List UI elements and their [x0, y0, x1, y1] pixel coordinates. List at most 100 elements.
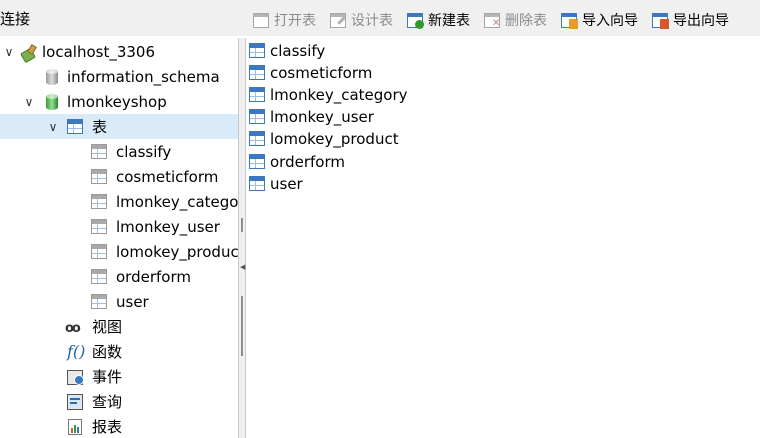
object-list-panel: classify cosmeticform lmonkey_category l…	[246, 38, 760, 438]
table-icon	[248, 86, 266, 104]
tree-node-table[interactable]: cosmeticform	[0, 164, 238, 189]
table-icon	[90, 143, 108, 161]
tree-node-table[interactable]: lmonkey_user	[0, 214, 238, 239]
table-label: orderform	[116, 267, 191, 286]
tree-node-connection[interactable]: ∨ localhost_3306	[0, 39, 238, 64]
collapse-left-icon[interactable]: ◀	[240, 264, 245, 271]
object-list-item-label: classify	[270, 42, 326, 60]
object-list-item[interactable]: cosmeticform	[248, 62, 372, 84]
tree-node-queries-group[interactable]: 查询	[0, 389, 238, 414]
functions-group-label: 函数	[92, 343, 123, 361]
chevron-down-icon[interactable]: ∨	[47, 121, 59, 133]
chevron-down-icon[interactable]: ∨	[23, 96, 35, 108]
table-label: lomokey_product	[116, 242, 238, 261]
delete-table-button[interactable]: 删除表	[477, 6, 554, 34]
event-icon	[66, 368, 84, 386]
new-table-button[interactable]: 新建表	[400, 6, 477, 34]
splitter-grip-bottom	[241, 296, 243, 356]
table-icon	[90, 268, 108, 286]
object-list-item-label: lmonkey_user	[270, 108, 374, 126]
object-toolbar: 打开表 设计表 新建表 删除表 导入向导 导出向导	[246, 6, 736, 34]
chevron-down-icon[interactable]: ∨	[3, 46, 15, 58]
table-icon	[248, 175, 266, 193]
events-group-label: 事件	[92, 368, 123, 386]
open-table-button[interactable]: 打开表	[246, 6, 323, 34]
design-table-icon	[329, 11, 347, 29]
design-table-button[interactable]: 设计表	[323, 6, 400, 34]
open-table-icon	[252, 11, 270, 29]
queries-group-label: 查询	[92, 393, 123, 411]
table-icon	[90, 293, 108, 311]
export-wizard-label: 导出向导	[673, 13, 729, 29]
table-icon	[90, 193, 108, 211]
database-open-icon	[43, 93, 61, 111]
table-icon	[248, 42, 266, 60]
database-label: information_schema	[67, 67, 220, 86]
table-icon	[90, 218, 108, 236]
splitter-grip-top	[241, 218, 243, 232]
tables-group-label: 表	[92, 118, 108, 136]
tree-node-lmonkeyshop[interactable]: ∨ lmonkeyshop	[0, 89, 238, 114]
tree-node-functions-group[interactable]: f() 函数	[0, 339, 238, 364]
import-wizard-button[interactable]: 导入向导	[554, 6, 645, 34]
object-list-item[interactable]: user	[248, 173, 303, 195]
views-group-label: 视图	[92, 318, 123, 336]
table-icon	[248, 64, 266, 82]
panel-splitter[interactable]: ◀	[238, 38, 246, 438]
open-table-label: 打开表	[274, 13, 316, 29]
tree-node-table[interactable]: lomokey_product	[0, 239, 238, 264]
import-wizard-label: 导入向导	[582, 13, 638, 29]
function-icon: f()	[67, 341, 86, 361]
table-icon	[90, 243, 108, 261]
connection-tree: ∨ localhost_3306 information_schema ∨ lm…	[0, 38, 238, 438]
export-wizard-button[interactable]: 导出向导	[645, 6, 736, 34]
table-label: lmonkey_user	[116, 217, 220, 236]
object-list-item-label: user	[270, 175, 303, 193]
import-wizard-icon	[560, 11, 578, 29]
tree-node-table[interactable]: lmonkey_category	[0, 189, 238, 214]
tree-node-events-group[interactable]: 事件	[0, 364, 238, 389]
object-list-item-label: orderform	[270, 153, 345, 171]
connection-icon	[19, 43, 37, 61]
tree-node-table[interactable]: user	[0, 289, 238, 314]
top-bar: 连接 打开表 设计表 新建表 删除表 导入向导 导出向导	[0, 0, 760, 36]
object-list-item[interactable]: lmonkey_user	[248, 106, 374, 128]
table-icon	[248, 153, 266, 171]
object-list-item[interactable]: classify	[248, 40, 325, 62]
database-label: lmonkeyshop	[67, 92, 167, 111]
tree-node-views-group[interactable]: oo 视图	[0, 314, 238, 339]
object-list-item-label: lomokey_product	[270, 130, 399, 148]
object-list-item-label: lmonkey_category	[270, 86, 408, 104]
reports-group-label: 报表	[92, 418, 123, 436]
object-list-item[interactable]: lmonkey_category	[248, 84, 408, 106]
table-icon	[90, 168, 108, 186]
connection-label: localhost_3306	[42, 42, 156, 61]
table-icon	[248, 130, 266, 148]
tree-node-reports-group[interactable]: 报表	[0, 414, 238, 438]
new-table-label: 新建表	[428, 13, 470, 29]
connections-panel-title: 连接	[0, 10, 31, 28]
delete-table-icon	[483, 11, 501, 29]
table-label: user	[116, 292, 149, 311]
export-wizard-icon	[651, 11, 669, 29]
object-list-item-label: cosmeticform	[270, 64, 373, 82]
design-table-label: 设计表	[351, 13, 393, 29]
new-table-icon	[406, 11, 424, 29]
plug-icon	[20, 44, 36, 60]
tree-node-information-schema[interactable]: information_schema	[0, 64, 238, 89]
delete-table-label: 删除表	[505, 13, 547, 29]
object-list-item[interactable]: orderform	[248, 151, 345, 173]
table-label: cosmeticform	[116, 167, 219, 186]
query-icon	[66, 393, 84, 411]
database-icon	[43, 68, 61, 86]
tree-node-tables-group[interactable]: ∨ 表	[0, 114, 238, 139]
tree-node-table[interactable]: classify	[0, 139, 238, 164]
table-label: lmonkey_category	[116, 192, 238, 211]
glasses-icon: oo	[65, 320, 81, 336]
object-list-item[interactable]: lomokey_product	[248, 128, 399, 150]
table-label: classify	[116, 142, 172, 161]
table-icon	[248, 108, 266, 126]
report-icon	[66, 418, 84, 436]
tree-node-table[interactable]: orderform	[0, 264, 238, 289]
table-icon	[66, 118, 84, 136]
